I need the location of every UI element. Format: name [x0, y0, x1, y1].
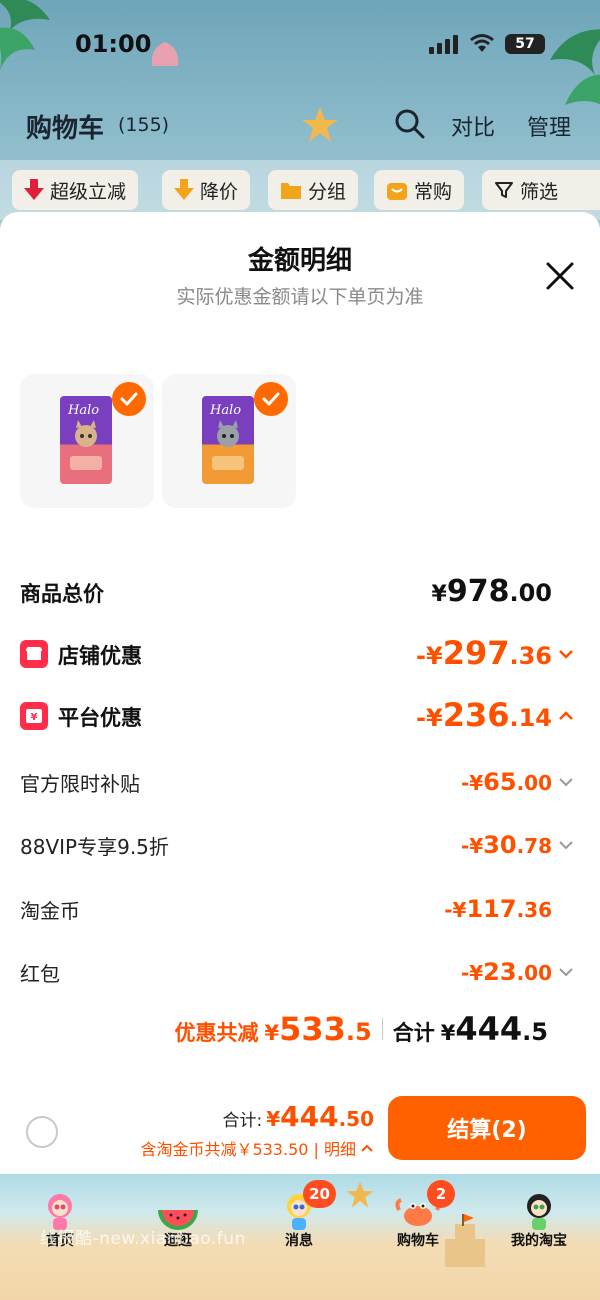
cat-picture: Halo	[209, 403, 244, 470]
chevron-down-icon[interactable]	[558, 776, 574, 788]
chevron-down-icon[interactable]	[558, 839, 574, 851]
divider	[381, 1018, 383, 1040]
profile-icon	[527, 1194, 551, 1230]
tab-label: 购物车	[397, 1233, 439, 1249]
tab-label: 我的淘宝	[511, 1233, 567, 1249]
price-detail-sheet: 金额明细 实际优惠金额请以下单页为准 Halo Halo 商品总价 ¥978.0…	[0, 212, 600, 1174]
product-thumbnail[interactable]: Halo	[162, 374, 296, 508]
filter-chip-frequent[interactable]: 常购	[374, 170, 465, 210]
store-icon	[20, 640, 48, 668]
row-label: 官方限时补贴	[20, 772, 140, 796]
battery-indicator: 57	[505, 34, 545, 54]
page-title: 购物车	[26, 114, 105, 144]
cat-picture: Halo	[67, 403, 102, 470]
filter-chip-super-discount[interactable]: 超级立减	[12, 170, 139, 210]
taobao-coins-amount: -¥117.36	[444, 895, 552, 923]
discount-total-label: 优惠共减	[174, 1021, 259, 1045]
filter-bar: 超级立减 降价 分组 常购 筛选	[0, 160, 600, 220]
sheet-subtitle: 实际优惠金额请以下单页为准	[176, 286, 424, 308]
checkout-button[interactable]: 结算(2)	[388, 1096, 586, 1160]
row-total-price: 商品总价 ¥978.00	[0, 572, 600, 612]
platform-discount-amount: -¥236.14	[416, 696, 552, 734]
status-icons: 57	[429, 34, 545, 54]
sum-amount: 444	[455, 1010, 523, 1048]
search-icon[interactable]	[394, 108, 426, 140]
chevron-up-icon	[361, 1144, 373, 1152]
wifi-icon	[470, 34, 494, 52]
row-label: 淘金币	[20, 899, 80, 923]
filter-chip-label: 常购	[414, 180, 453, 203]
filter-chip-label: 超级立减	[50, 180, 127, 203]
row-label: 平台优惠	[58, 706, 142, 730]
checkout-detail-link[interactable]: 含淘金币共减￥533.50 | 明细	[140, 1136, 374, 1160]
filter-chip-filter[interactable]: 筛选	[482, 170, 600, 210]
filter-chip-label: 降价	[200, 180, 239, 203]
row-platform-discount[interactable]: ¥ 平台优惠 -¥236.14	[0, 696, 600, 736]
down-arrow-icon	[24, 179, 44, 200]
chevron-down-icon[interactable]	[558, 648, 574, 660]
beach-header-background: 01:00 57 购物车 (155) 对比 管理 超级立减 降价 分组 常购 筛…	[0, 0, 600, 230]
filter-icon	[495, 182, 513, 198]
product-image: Halo	[202, 396, 254, 484]
checkout-footer: 合计: ¥ 444 .50 含淘金币共减￥533.50 | 明细 结算(2)	[0, 1092, 600, 1172]
summary-line: 优惠共减 ¥ 533 .5 合计 ¥ 444 .5	[174, 1010, 549, 1048]
discount-summary: 优惠共减 ¥ 533 .5 合计 ¥ 444 .5	[0, 1010, 600, 1054]
clock: 01:00	[75, 30, 152, 58]
chevron-down-icon[interactable]	[558, 966, 574, 978]
bag-icon	[387, 183, 407, 200]
close-icon[interactable]	[544, 260, 576, 292]
total-price-amount: ¥978.00	[431, 574, 552, 609]
svg-text:¥: ¥	[31, 712, 38, 723]
tab-cart[interactable]: 购物车 2	[373, 1180, 463, 1280]
manage-button[interactable]: 管理	[527, 110, 571, 142]
sum-label: 合计	[392, 1021, 435, 1045]
unread-badge: 20	[303, 1180, 336, 1208]
svg-text:Halo: Halo	[209, 403, 241, 418]
row-label: 商品总价	[20, 582, 104, 606]
starfish-decoration	[346, 1181, 374, 1208]
cart-item-count: (155)	[118, 114, 170, 136]
cart-badge: 2	[427, 1180, 455, 1208]
bottom-tab-bar: 首页 逛逛 消息 20 购物车 2 我的淘宝 线报酷-new.xianbao.f…	[0, 1174, 600, 1300]
row-subsidy[interactable]: 官方限时补贴 -¥65.00	[0, 762, 600, 802]
chevron-up-icon[interactable]	[558, 710, 574, 722]
compare-button[interactable]: 对比	[451, 110, 495, 142]
filter-chip-label: 分组	[308, 180, 347, 203]
row-label: 红包	[20, 962, 60, 986]
status-bar: 01:00 57	[0, 0, 600, 90]
discount-total-amount: 533	[279, 1010, 346, 1048]
row-store-discount[interactable]: 店铺优惠 -¥297.36	[0, 634, 600, 674]
price-drop-icon	[174, 179, 194, 200]
filter-chip-price-drop[interactable]: 降价	[162, 170, 251, 210]
row-label: 店铺优惠	[58, 644, 142, 668]
product-image: Halo	[60, 396, 112, 484]
selected-check-icon	[112, 382, 146, 416]
svg-text:Halo: Halo	[67, 403, 99, 418]
cart-header: 购物车 (155) 对比 管理	[0, 100, 600, 156]
filter-chip-group[interactable]: 分组	[268, 170, 359, 210]
row-taobao-coins: 淘金币 -¥117.36	[0, 889, 600, 929]
folder-icon	[281, 183, 301, 199]
tab-messages[interactable]: 消息 20	[254, 1180, 344, 1280]
product-thumbnail[interactable]: Halo	[20, 374, 154, 508]
platform-coupon-icon: ¥	[20, 702, 48, 730]
filter-chip-label: 筛选	[520, 180, 559, 203]
subsidy-amount: -¥65.00	[460, 768, 552, 796]
selected-check-icon	[254, 382, 288, 416]
store-discount-amount: -¥297.36	[416, 634, 552, 672]
sheet-title: 金额明细	[247, 246, 352, 276]
watermark: 线报酷-new.xianbao.fun	[40, 1229, 246, 1249]
checkout-total: 合计: ¥ 444 .50	[222, 1100, 374, 1133]
tab-my-taobao[interactable]: 我的淘宝	[494, 1180, 584, 1280]
row-red-packet[interactable]: 红包 -¥23.00	[0, 952, 600, 992]
select-all-checkbox[interactable]	[26, 1116, 58, 1148]
cellular-signal-icon	[429, 35, 458, 54]
row-vip-discount[interactable]: 88VIP专享9.5折 -¥30.78	[0, 825, 600, 865]
row-label: 88VIP专享9.5折	[20, 835, 169, 859]
red-packet-amount: -¥23.00	[460, 958, 552, 986]
vip-discount-amount: -¥30.78	[460, 831, 552, 859]
tab-label: 消息	[285, 1233, 313, 1249]
